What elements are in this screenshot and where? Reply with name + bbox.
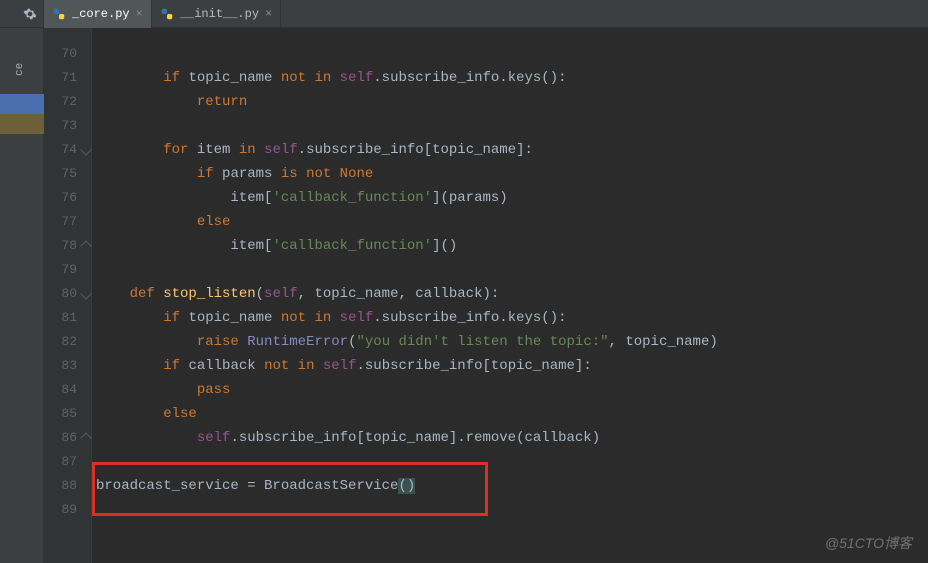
- fold-marker-icon[interactable]: [80, 432, 91, 443]
- code-line[interactable]: else: [92, 402, 928, 426]
- code-line[interactable]: if callback not in self.subscribe_info[t…: [92, 354, 928, 378]
- line-number: 89: [44, 498, 91, 522]
- code-line[interactable]: [92, 498, 928, 522]
- code-line[interactable]: item['callback_function'](): [92, 234, 928, 258]
- tab-label: __init__.py: [180, 7, 259, 21]
- code-line[interactable]: [92, 114, 928, 138]
- tab-__init__-py[interactable]: __init__.py ×: [152, 0, 281, 28]
- code-line[interactable]: return: [92, 90, 928, 114]
- tool-area: [0, 0, 44, 28]
- tab-label: _core.py: [72, 7, 130, 21]
- line-number: 73: [44, 114, 91, 138]
- code-line[interactable]: if topic_name not in self.subscribe_info…: [92, 306, 928, 330]
- code-line[interactable]: broadcast_service = BroadcastService(): [92, 474, 928, 498]
- code-line[interactable]: if params is not None: [92, 162, 928, 186]
- line-number: 80: [44, 282, 91, 306]
- line-number: 71: [44, 66, 91, 90]
- line-number: 70: [44, 42, 91, 66]
- watermark: @51CTO博客: [825, 533, 912, 553]
- code-line[interactable]: [92, 42, 928, 66]
- code-line[interactable]: item['callback_function'](params): [92, 186, 928, 210]
- line-number: 88: [44, 474, 91, 498]
- code-line[interactable]: if topic_name not in self.subscribe_info…: [92, 66, 928, 90]
- python-file-icon: [160, 7, 174, 21]
- line-number: 86: [44, 426, 91, 450]
- python-file-icon: [52, 7, 66, 21]
- line-number: 78: [44, 234, 91, 258]
- code-line[interactable]: else: [92, 210, 928, 234]
- code-line[interactable]: raise RuntimeError("you didn't listen th…: [92, 330, 928, 354]
- sidebar-selection[interactable]: [0, 94, 44, 114]
- sidebar: ce: [0, 28, 44, 563]
- fold-marker-icon[interactable]: [80, 240, 91, 251]
- line-number: 74: [44, 138, 91, 162]
- code-line[interactable]: [92, 450, 928, 474]
- tab-_core-py[interactable]: _core.py ×: [44, 0, 152, 28]
- main-area: ce 7071727374757677787980818283848586878…: [0, 28, 928, 563]
- line-gutter: 7071727374757677787980818283848586878889: [44, 28, 92, 563]
- sidebar-label[interactable]: ce: [14, 63, 26, 76]
- code-editor[interactable]: if topic_name not in self.subscribe_info…: [92, 28, 928, 563]
- top-bar: _core.py × __init__.py ×: [0, 0, 928, 28]
- line-number: 82: [44, 330, 91, 354]
- close-icon[interactable]: ×: [265, 7, 272, 21]
- code-line[interactable]: [92, 258, 928, 282]
- line-number: 84: [44, 378, 91, 402]
- line-number: 75: [44, 162, 91, 186]
- editor-tabs: _core.py × __init__.py ×: [44, 0, 281, 28]
- gear-icon[interactable]: [23, 7, 37, 21]
- fold-marker-icon[interactable]: [80, 144, 91, 155]
- code-line[interactable]: pass: [92, 378, 928, 402]
- line-number: 76: [44, 186, 91, 210]
- code-line[interactable]: def stop_listen(self, topic_name, callba…: [92, 282, 928, 306]
- line-number: 77: [44, 210, 91, 234]
- line-number: 79: [44, 258, 91, 282]
- code-line[interactable]: self.subscribe_info[topic_name].remove(c…: [92, 426, 928, 450]
- line-number: 83: [44, 354, 91, 378]
- code-line[interactable]: for item in self.subscribe_info[topic_na…: [92, 138, 928, 162]
- line-number: 81: [44, 306, 91, 330]
- sidebar-row[interactable]: [0, 114, 44, 134]
- line-number: 87: [44, 450, 91, 474]
- fold-marker-icon[interactable]: [80, 288, 91, 299]
- line-number: 85: [44, 402, 91, 426]
- line-number: 72: [44, 90, 91, 114]
- close-icon[interactable]: ×: [136, 7, 143, 21]
